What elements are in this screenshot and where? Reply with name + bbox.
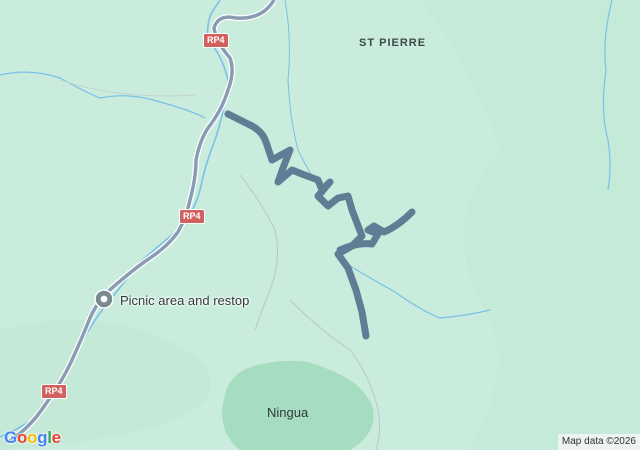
road-shield-rp4-middle: RP4 (179, 209, 205, 224)
map-attribution[interactable]: Map data ©2026 (557, 434, 640, 450)
logo-letter: o (16, 428, 28, 447)
picnic-pin-icon[interactable] (94, 289, 114, 309)
logo-letter: G (4, 428, 17, 447)
place-label-ningua: Ningua (267, 405, 309, 420)
logo-letter: g (37, 428, 48, 447)
road-shield-rp4-south: RP4 (41, 384, 67, 399)
google-logo[interactable]: Google (4, 428, 61, 448)
town-label-st-pierre: ST PIERRE (359, 37, 427, 49)
poi-label-picnic-area[interactable]: Picnic area and restop (120, 293, 249, 308)
map-canvas[interactable]: ST PIERRE Ningua RP4 RP4 RP4 Picnic area… (0, 0, 640, 450)
logo-letter: o (27, 428, 38, 447)
terrain-layer (0, 0, 640, 450)
road-shield-rp4-north: RP4 (203, 33, 229, 48)
logo-letter: e (51, 428, 61, 447)
